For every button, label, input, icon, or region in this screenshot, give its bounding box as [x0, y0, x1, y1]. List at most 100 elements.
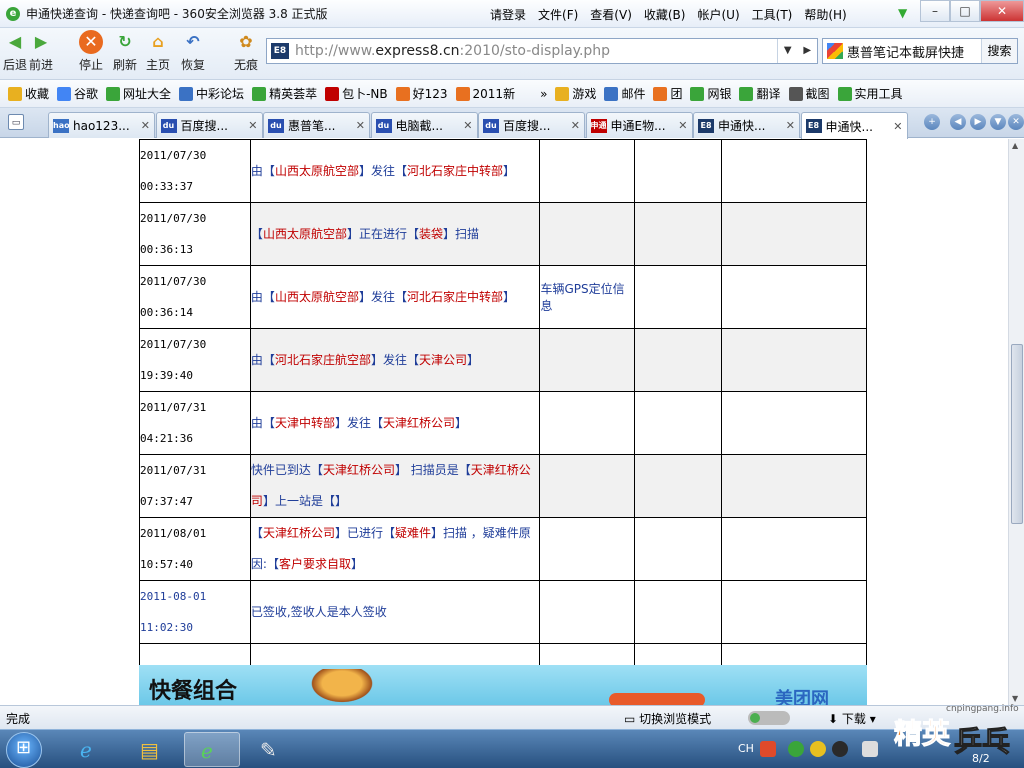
favorite-item[interactable]: 收藏	[8, 85, 49, 102]
menu-account[interactable]: 帐户(U)	[697, 6, 739, 23]
tab-close-icon[interactable]: ✕	[356, 119, 365, 132]
tab-label: 惠普笔...	[288, 119, 336, 133]
browser-tab[interactable]: du 电脑截... ✕	[370, 112, 478, 138]
empty-cell	[721, 391, 867, 455]
tab-close-icon[interactable]: ✕	[786, 119, 795, 132]
address-bar[interactable]: E8 http://www.express8.cn:2010/sto-displ…	[266, 38, 818, 64]
new-tab-icon[interactable]: +	[924, 114, 940, 130]
favorite-item[interactable]: »	[523, 87, 547, 101]
favorite-icon	[837, 86, 852, 101]
browser-tab[interactable]: du 百度搜... ✕	[478, 112, 585, 138]
notrace-button[interactable]: ✿ 无痕	[233, 30, 259, 73]
ad-banner[interactable]: 快餐组合 美团网	[139, 665, 867, 705]
tracking-table: 2011/07/30 00:33:37 由【山西太原航空部】发往【河北石家庄中转部】…	[139, 139, 867, 666]
search-input[interactable]: 惠普笔记本截屏快捷	[847, 42, 979, 61]
favorite-item[interactable]: 谷歌	[57, 85, 98, 102]
scroll-down-icon[interactable]: ▼	[1012, 694, 1018, 703]
minimize-button[interactable]: –	[920, 0, 950, 22]
tab-list-icon[interactable]: ▭	[8, 114, 24, 130]
search-box[interactable]: 惠普笔记本截屏快捷 搜索	[822, 38, 1018, 64]
menu-help[interactable]: 帮助(H)	[804, 6, 846, 23]
tab-label: 电脑截...	[395, 119, 443, 133]
favorite-item[interactable]: 邮件	[604, 85, 645, 102]
tab-menu-icon[interactable]: ▼	[990, 114, 1006, 130]
stop-button[interactable]: ✕ 停止	[78, 30, 104, 73]
menu-login[interactable]: 请登录	[490, 6, 526, 23]
download-button[interactable]: ⬇ 下载 ▾	[828, 710, 876, 727]
menu-view[interactable]: 查看(V)	[590, 6, 632, 23]
table-row: 2011/08/01 10:57:40 【天津红桥公司】已进行【疑难件】扫描 ，疑难…	[139, 517, 867, 581]
ime-indicator[interactable]: CH	[738, 742, 754, 755]
favorite-item[interactable]: 包卜-NB	[325, 85, 388, 102]
empty-cell	[634, 328, 723, 392]
browser-tab[interactable]: du 百度搜... ✕	[155, 112, 263, 138]
tab-label: 申通快...	[718, 119, 766, 133]
browser-tab[interactable]: du 惠普笔... ✕	[263, 112, 370, 138]
google-icon[interactable]	[827, 43, 843, 59]
tab-close-all-icon[interactable]: ✕	[1008, 114, 1024, 130]
taskbar-paint[interactable]: ✎	[244, 732, 300, 767]
switch-mode-button[interactable]: ▭ 切换浏览模式	[624, 710, 711, 727]
tab-close-icon[interactable]: ✕	[571, 119, 580, 132]
favorite-item[interactable]: 好123	[395, 85, 448, 102]
favorite-item[interactable]: 2011新	[455, 85, 515, 102]
title-bar: e 申通快递查询 - 快递查询吧 - 360安全浏览器 3.8 正式版 请登录 …	[0, 0, 1024, 28]
favorite-item[interactable]: 团	[653, 85, 682, 102]
favorite-item[interactable]: 精英荟萃	[252, 85, 317, 102]
browser-tab[interactable]: E8 申通快... ✕	[693, 112, 800, 138]
tab-label: 百度搜...	[180, 119, 228, 133]
tab-close-icon[interactable]: ✕	[141, 119, 150, 132]
tab-close-icon[interactable]: ✕	[463, 119, 472, 132]
favorite-item[interactable]: 截图	[788, 85, 830, 102]
taskbar-ie[interactable]: ℯ	[64, 732, 120, 767]
menu-favorites[interactable]: 收藏(B)	[644, 6, 686, 23]
favorite-icon	[604, 86, 619, 101]
forward-button[interactable]: ▶ 前进	[28, 30, 54, 73]
browser-tab[interactable]: 申通 申通E物... ✕	[585, 112, 693, 138]
favorite-item[interactable]: 翻译	[739, 85, 781, 102]
address-dropdown-icon[interactable]: ▼	[778, 39, 798, 63]
banner-button[interactable]	[609, 693, 705, 705]
mode-toggle[interactable]	[748, 711, 790, 725]
favorite-item[interactable]: 网址大全	[106, 85, 171, 102]
close-button[interactable]: ✕	[980, 0, 1024, 22]
browser-tab[interactable]: E8 申通快... ✕	[800, 112, 908, 139]
scrollbar-thumb[interactable]	[1011, 344, 1023, 524]
maximize-button[interactable]: □	[950, 0, 980, 22]
vertical-scrollbar[interactable]: ▲ ▼	[1008, 139, 1024, 705]
tab-close-icon[interactable]: ✕	[678, 119, 687, 132]
empty-cell	[634, 454, 723, 518]
address-url[interactable]: http://www.express8.cn:2010/sto-display.…	[295, 43, 610, 59]
browser-tab[interactable]: hao hao123... ✕	[48, 112, 155, 138]
tab-close-icon[interactable]: ✕	[248, 119, 257, 132]
taskbar-360browser[interactable]: ℯ	[184, 732, 240, 767]
shield-icon[interactable]	[788, 741, 804, 757]
sogou-icon[interactable]	[760, 741, 776, 757]
skin-icon[interactable]: ▼	[898, 6, 907, 20]
flag-icon[interactable]	[862, 741, 878, 757]
favorite-item[interactable]: 中彩论坛	[179, 85, 244, 102]
restore-button[interactable]: ↶ 恢复	[180, 30, 206, 73]
tab-scroll-left-icon[interactable]: ◀	[950, 114, 966, 130]
add-icon[interactable]	[810, 741, 826, 757]
home-button[interactable]: ⌂ 主页	[145, 30, 171, 73]
favorite-item[interactable]: 游戏	[555, 85, 596, 102]
refresh-button[interactable]: ↻ 刷新	[112, 30, 138, 73]
back-button[interactable]: ◀ 后退	[2, 30, 28, 73]
timestamp-cell: 2011/07/30 00:33:37	[139, 139, 251, 203]
taskbar-explorer[interactable]: ▤	[124, 732, 180, 767]
empty-cell	[634, 391, 723, 455]
qq-icon[interactable]	[832, 741, 848, 757]
search-button[interactable]: 搜索	[981, 39, 1017, 63]
favorite-item[interactable]: 网银	[690, 85, 731, 102]
go-arrow-icon[interactable]: ▶	[798, 39, 818, 63]
table-row: 2011/07/30 19:39:40 由【河北石家庄航空部】发往【天津公司】	[139, 328, 867, 392]
tab-close-icon[interactable]: ✕	[893, 120, 902, 133]
menu-file[interactable]: 文件(F)	[538, 6, 578, 23]
favorite-item[interactable]: 实用工具	[837, 85, 903, 102]
tab-scroll-right-icon[interactable]: ▶	[970, 114, 986, 130]
menu-tools[interactable]: 工具(T)	[752, 6, 793, 23]
scroll-up-icon[interactable]: ▲	[1012, 141, 1018, 150]
gps-info-cell[interactable]: 车辆GPS定位信息	[539, 265, 636, 329]
start-button[interactable]	[6, 732, 42, 768]
